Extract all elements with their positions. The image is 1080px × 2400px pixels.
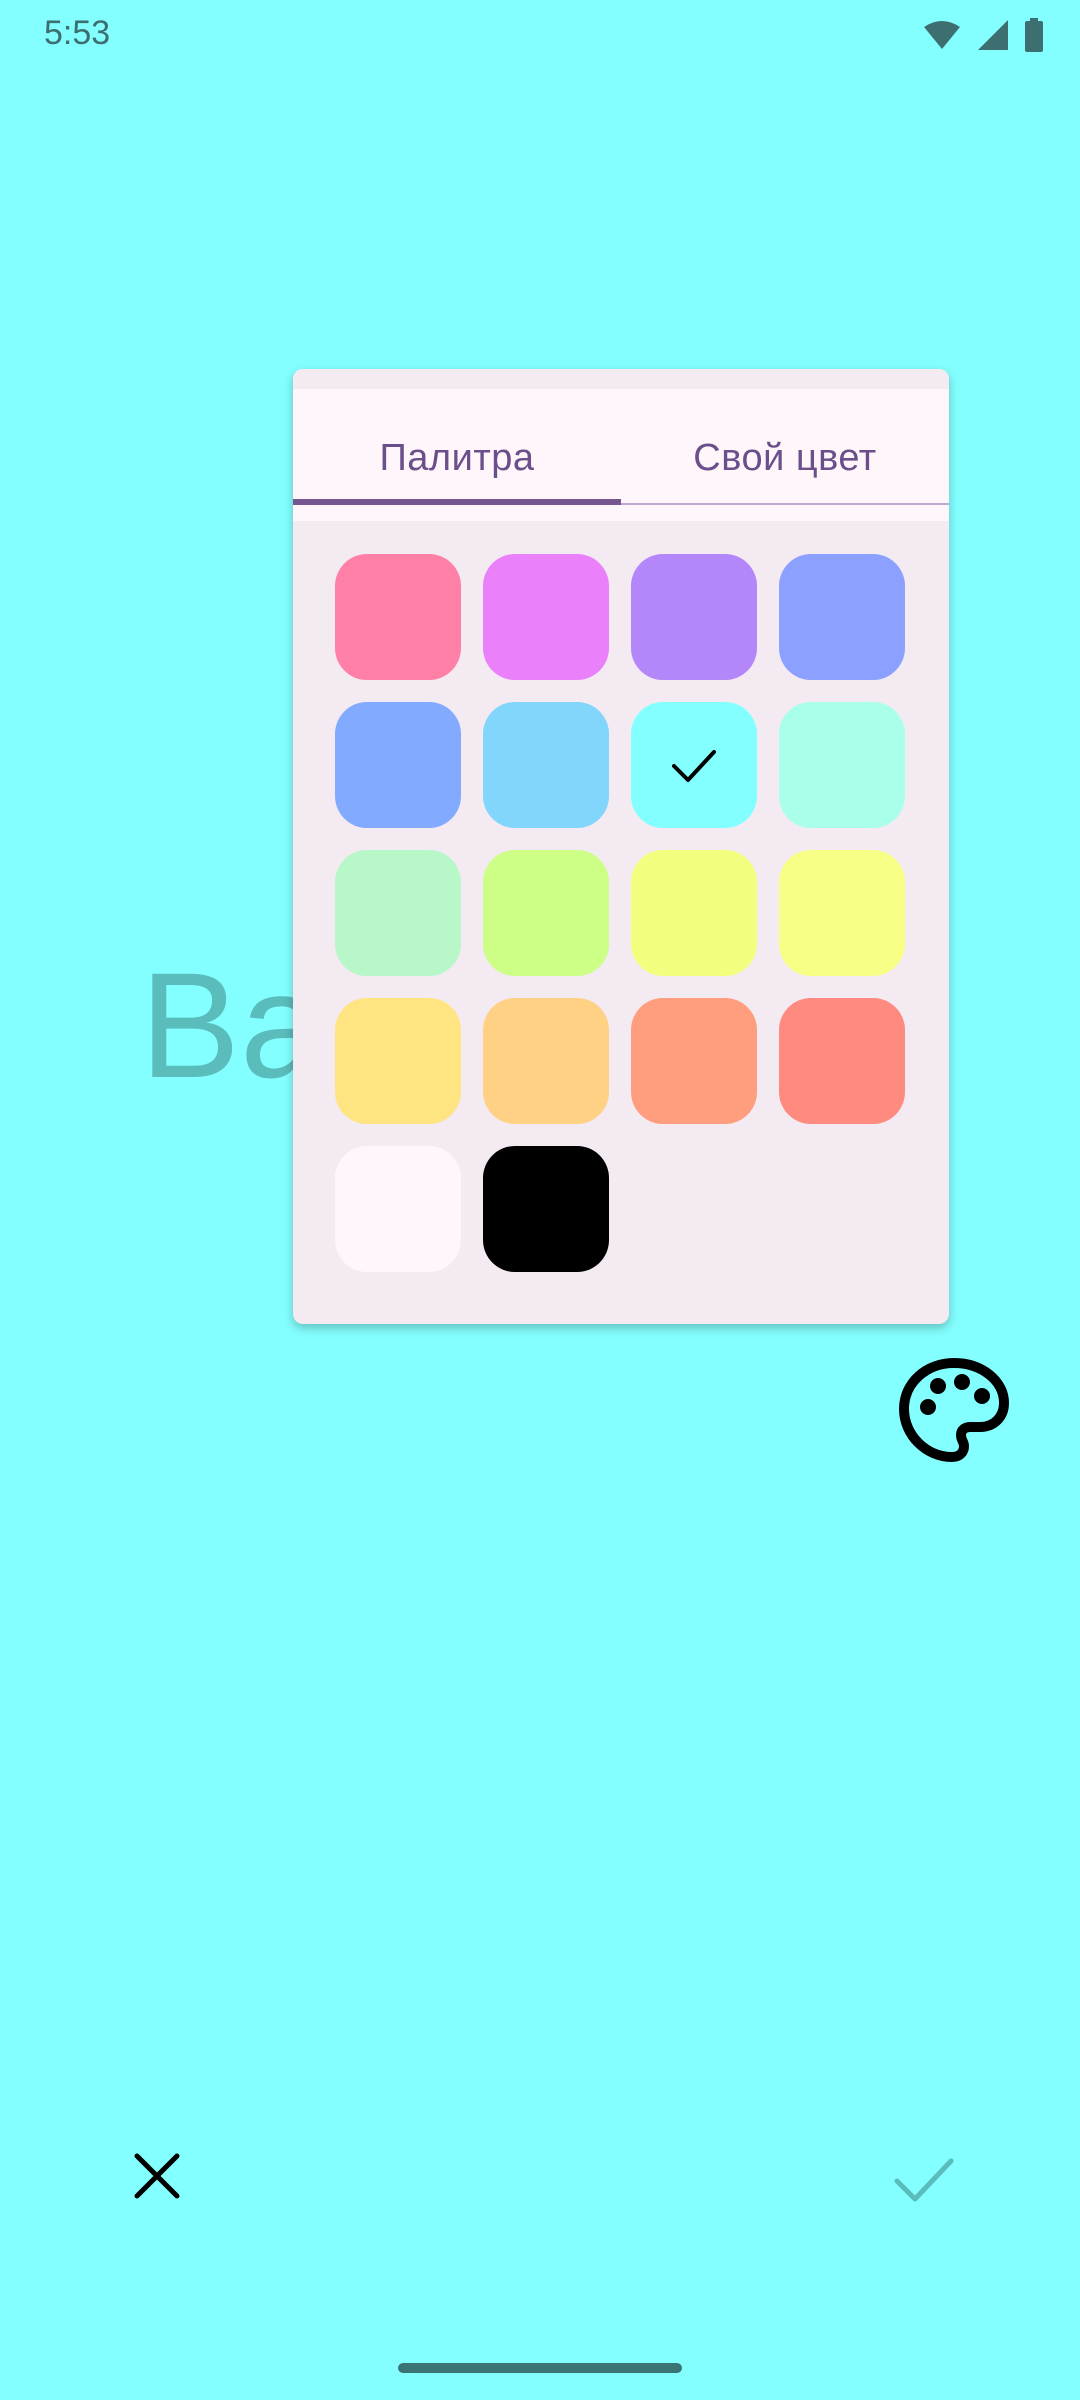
tab-custom-color[interactable]: Свой цвет [621, 437, 949, 480]
color-picker-popup: Палитра Свой цвет [293, 369, 949, 1324]
palette-icon[interactable] [898, 1355, 1010, 1467]
status-time: 5:53 [44, 14, 111, 52]
color-swatch[interactable] [483, 702, 609, 828]
check-icon[interactable] [893, 2153, 955, 2205]
color-swatch[interactable] [483, 1146, 609, 1272]
color-swatch[interactable] [335, 1146, 461, 1272]
color-swatch[interactable] [631, 998, 757, 1124]
color-swatch[interactable] [335, 554, 461, 680]
tab-indicator [293, 499, 621, 505]
wifi-icon [924, 21, 960, 49]
status-icons [922, 18, 1044, 52]
status-bar: 5:53 [0, 0, 1080, 72]
color-swatch[interactable] [483, 850, 609, 976]
color-swatch[interactable] [483, 554, 609, 680]
tab-palette[interactable]: Палитра [293, 437, 621, 480]
color-swatch[interactable] [483, 998, 609, 1124]
check-icon [672, 750, 716, 782]
color-swatch[interactable] [779, 702, 905, 828]
color-swatch[interactable] [779, 554, 905, 680]
signal-icon [978, 20, 1008, 50]
color-swatch[interactable] [335, 850, 461, 976]
color-swatch[interactable] [631, 702, 757, 828]
tab-bar: Палитра Свой цвет [293, 369, 949, 521]
close-icon[interactable] [131, 2150, 183, 2202]
color-swatch[interactable] [335, 998, 461, 1124]
color-swatch[interactable] [335, 702, 461, 828]
color-swatch[interactable] [779, 850, 905, 976]
navigation-handle[interactable] [398, 2363, 682, 2373]
color-swatch[interactable] [631, 554, 757, 680]
color-swatch[interactable] [631, 850, 757, 976]
color-swatch[interactable] [779, 998, 905, 1124]
battery-icon [1025, 18, 1043, 52]
